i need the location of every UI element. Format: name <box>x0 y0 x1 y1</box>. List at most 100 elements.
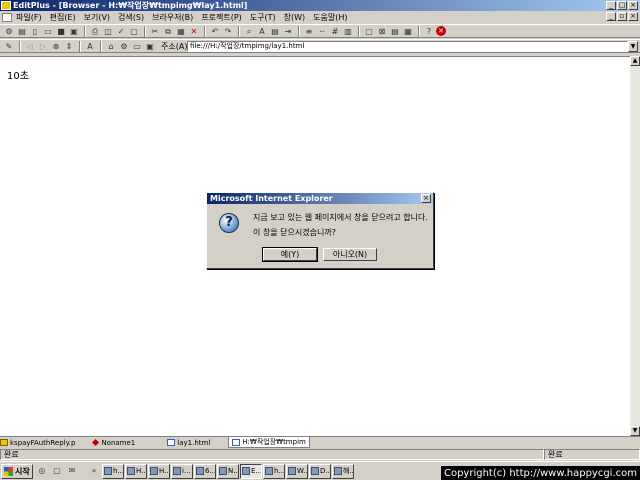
toolbar-separator <box>358 25 360 37</box>
address-dropdown-button[interactable]: ▼ <box>628 41 638 52</box>
file-info-icon[interactable]: ▢ <box>128 26 140 37</box>
tab-lay1-html[interactable]: lay1.html <box>167 439 210 447</box>
taskbar-button-label: h... <box>113 466 124 475</box>
no-button[interactable]: 아니오(N) <box>323 248 377 261</box>
taskbar-button[interactable]: W... <box>286 463 308 479</box>
context-help-icon[interactable]: ? <box>423 26 435 37</box>
menu-edit[interactable]: 편집(E) <box>50 12 76 23</box>
column-select-icon[interactable]: ▥ <box>342 26 354 37</box>
menu-file[interactable]: 파일(F) <box>16 12 42 23</box>
desktop-quicklaunch-icon[interactable]: ▢ <box>51 465 63 477</box>
menu-search[interactable]: 검색(S) <box>118 12 144 23</box>
print-preview-icon[interactable]: ◫ <box>102 26 114 37</box>
menu-browser[interactable]: 브라우저(B) <box>152 12 193 23</box>
taskbar-button[interactable]: h... <box>102 463 124 479</box>
taskbar-button[interactable]: D... <box>309 463 331 479</box>
font-size-icon[interactable]: A <box>84 41 96 52</box>
forward-icon[interactable]: ▷ <box>37 41 49 52</box>
ie-quicklaunch-icon[interactable]: ◎ <box>36 465 48 477</box>
menu-view[interactable]: 보기(V) <box>84 12 110 23</box>
yes-button[interactable]: 예(Y) <box>262 247 318 262</box>
vertical-scrollbar[interactable]: ▲ ▼ <box>630 56 640 436</box>
paste-icon[interactable]: ▦ <box>175 26 187 37</box>
modified-diamond-icon <box>92 438 100 447</box>
start-button[interactable]: 시작 <box>1 463 33 479</box>
spell-check-icon[interactable]: ✓ <box>115 26 127 37</box>
home-icon[interactable]: ⌂ <box>105 41 117 52</box>
cut-icon[interactable]: ✂ <box>149 26 161 37</box>
ruler-icon[interactable]: ┄ <box>316 26 328 37</box>
taskbar-button[interactable]: N... <box>217 463 239 479</box>
doc-close-button[interactable]: × <box>628 12 638 21</box>
toolbar-separator <box>84 25 86 37</box>
outlook-quicklaunch-icon[interactable]: ✉ <box>66 465 78 477</box>
window-title-bar[interactable]: EditPlus - [Browser - H:₩작업장₩tmpimg₩lay1… <box>0 0 640 11</box>
menu-window[interactable]: 창(W) <box>284 12 306 23</box>
tab-noname1[interactable]: Noname1 <box>91 439 135 447</box>
line-number-icon[interactable]: # <box>329 26 341 37</box>
doc-minimize-button[interactable]: _ <box>606 12 616 21</box>
find-next-icon[interactable]: ▤ <box>269 26 281 37</box>
toolbar-separator <box>100 40 102 52</box>
delete-icon[interactable]: ✕ <box>188 26 200 37</box>
taskbar-button[interactable]: 6... <box>194 463 216 479</box>
window-cascade-icon[interactable]: ▢ <box>363 26 375 37</box>
menu-project[interactable]: 프로젝트(P) <box>201 12 242 23</box>
new-document-icon[interactable]: ▯ <box>29 26 41 37</box>
print-icon[interactable]: ⎙ <box>89 26 101 37</box>
document-icon[interactable] <box>2 12 12 22</box>
window-tile-icon[interactable]: ▤ <box>389 26 401 37</box>
folder-icon[interactable]: ▭ <box>131 41 143 52</box>
taskbar-button[interactable]: 해... <box>332 463 354 479</box>
save-icon[interactable]: ■ <box>55 26 67 37</box>
back-icon[interactable]: ◁ <box>24 41 36 52</box>
word-wrap-icon[interactable]: ≡ <box>303 26 315 37</box>
toolbar-separator <box>144 25 146 37</box>
more-quicklaunch-icon[interactable]: » <box>88 465 100 477</box>
taskbar-button[interactable]: H... <box>148 463 170 479</box>
replace-icon[interactable]: A <box>256 26 268 37</box>
windows-logo-icon <box>4 466 13 476</box>
undo-icon[interactable]: ↶ <box>209 26 221 37</box>
settings-icon[interactable]: ⚙ <box>118 41 130 52</box>
taskbar: 시작 ◎ ▢ ✉ » h... H... H... i... 6... N...… <box>0 461 640 480</box>
taskbar-button-editplus[interactable]: E... <box>240 463 262 479</box>
window-close-all-icon[interactable]: ⊠ <box>376 26 388 37</box>
tab-kspay[interactable]: kspayFAuthReply.p <box>0 439 75 447</box>
dialog-title-bar[interactable]: Microsoft Internet Explorer × <box>207 193 433 204</box>
dialog-close-button[interactable]: × <box>421 194 431 203</box>
find-icon[interactable]: ⌕ <box>243 26 255 37</box>
goto-icon[interactable]: ⇥ <box>282 26 294 37</box>
doc-restore-button[interactable]: ▫ <box>617 12 627 21</box>
new-file-icon[interactable]: ▤ <box>16 26 28 37</box>
refresh-icon[interactable]: ⇕ <box>63 41 75 52</box>
browser-icon[interactable]: ▣ <box>144 41 156 52</box>
folder-icon <box>311 467 319 475</box>
copy-icon[interactable]: ⧉ <box>162 26 174 37</box>
stop-icon[interactable]: ✕ <box>436 26 446 36</box>
tab-browser[interactable]: H:₩작업장₩tmpim <box>228 437 310 448</box>
minimize-button[interactable]: _ <box>606 1 616 10</box>
window-list-icon[interactable]: ▦ <box>402 26 414 37</box>
maximize-button[interactable]: □ <box>617 1 627 10</box>
stop-browser-icon[interactable]: ⊗ <box>50 41 62 52</box>
taskbar-button[interactable]: i... <box>171 463 193 479</box>
taskbar-button[interactable]: H... <box>125 463 147 479</box>
editplus-app-icon[interactable] <box>1 1 11 10</box>
scroll-up-button[interactable]: ▲ <box>630 56 640 66</box>
confirm-close-dialog: Microsoft Internet Explorer × ? 지금 보고 있는… <box>206 192 434 269</box>
scroll-down-button[interactable]: ▼ <box>630 426 640 436</box>
save-all-icon[interactable]: ▣ <box>68 26 80 37</box>
taskbar-button-label: D... <box>320 466 331 475</box>
pencil-icon[interactable]: ✎ <box>3 41 15 52</box>
open-project-icon[interactable]: ⚙ <box>3 26 15 37</box>
close-button[interactable]: × <box>628 1 638 10</box>
menu-tools[interactable]: 도구(T) <box>250 12 276 23</box>
redo-icon[interactable]: ↷ <box>222 26 234 37</box>
open-folder-icon[interactable]: ▭ <box>42 26 54 37</box>
menu-help[interactable]: 도움말(H) <box>313 12 347 23</box>
address-input[interactable]: file:///H:/작업장/tmpimg/lay1.html <box>187 41 628 52</box>
taskbar-button[interactable]: h... <box>263 463 285 479</box>
dialog-message-line2: 이 창을 닫으시겠습니까? <box>253 228 336 237</box>
document-window-controls: _ ▫ × <box>606 12 638 21</box>
